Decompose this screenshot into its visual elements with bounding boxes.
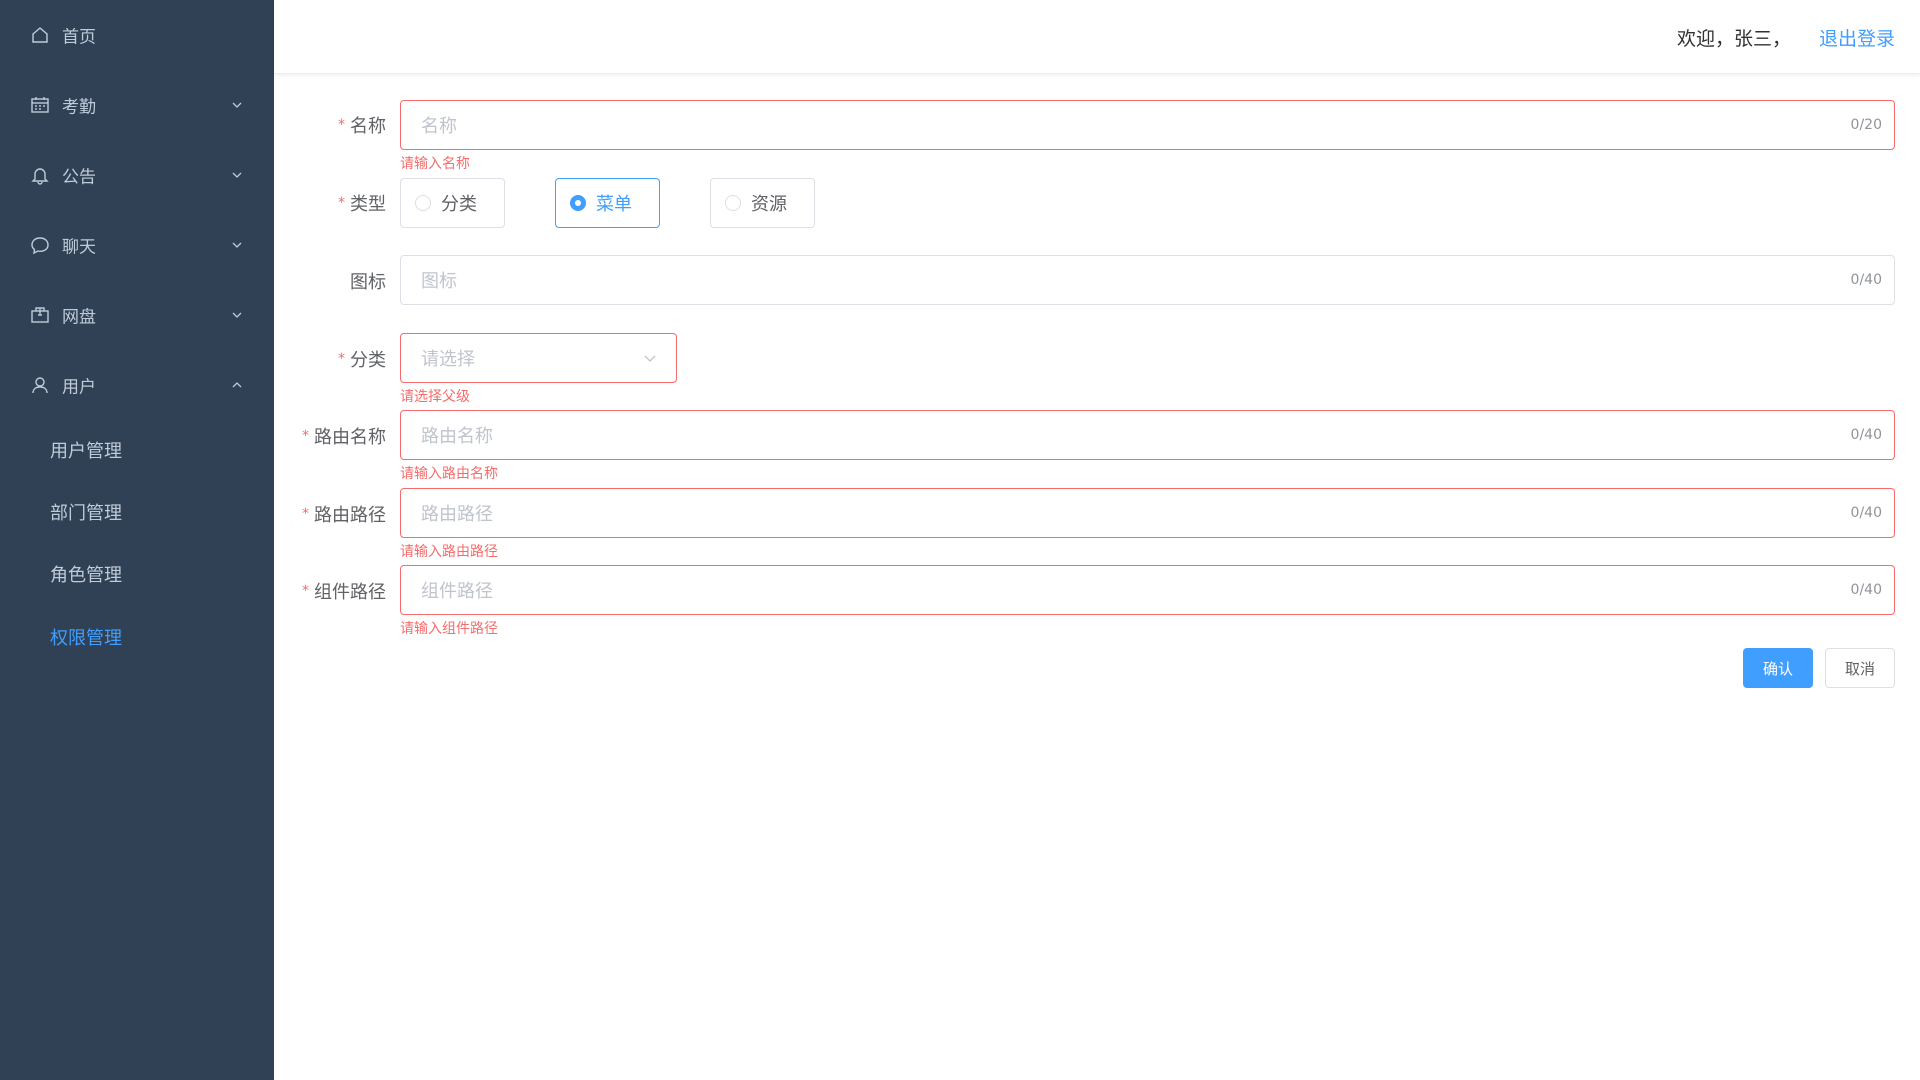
name-input[interactable]: 名称 0/20 <box>400 100 1895 150</box>
required-asterisk: * <box>338 117 345 133</box>
radio-circle <box>725 195 741 211</box>
sidebar-item-notice[interactable]: 公告 <box>0 140 274 210</box>
box-icon <box>29 304 51 326</box>
sidebar-item-label: 公告 <box>62 167 96 188</box>
route-name-char-count: 0/40 <box>1850 427 1882 443</box>
sidebar-item-user[interactable]: 用户 <box>0 350 274 420</box>
category-label: * 分类 <box>338 350 386 371</box>
category-placeholder: 请选择 <box>421 349 475 370</box>
icon-input[interactable]: 图标 0/40 <box>400 255 1895 305</box>
sidebar-item-label: 首页 <box>62 27 96 48</box>
chevron-down-icon <box>230 168 244 182</box>
chevron-up-icon <box>230 378 244 392</box>
calendar-icon <box>29 94 51 116</box>
category-select[interactable]: 请选择 <box>400 333 677 383</box>
component-path-char-count: 0/40 <box>1850 582 1882 598</box>
cancel-button[interactable]: 取消 <box>1825 648 1895 688</box>
component-path-input[interactable]: 组件路径 0/40 <box>400 565 1895 615</box>
required-asterisk: * <box>338 351 345 367</box>
category-error: 请选择父级 <box>400 389 470 405</box>
welcome-text: 欢迎，张三， <box>1676 28 1791 50</box>
sidebar-item-attendance[interactable]: 考勤 <box>0 70 274 140</box>
header: 欢迎，张三， 退出登录 <box>274 0 1920 74</box>
required-asterisk: * <box>302 428 309 444</box>
sidebar-item-netdisk[interactable]: 网盘 <box>0 280 274 350</box>
icon-placeholder: 图标 <box>421 271 457 292</box>
sidebar-item-home[interactable]: 首页 <box>0 0 274 70</box>
name-label: * 名称 <box>338 116 386 137</box>
home-icon <box>29 24 51 46</box>
sidebar-item-label: 聊天 <box>62 237 96 258</box>
bell-icon <box>29 164 51 186</box>
chat-icon <box>29 234 51 256</box>
required-asterisk: * <box>302 583 309 599</box>
name-char-count: 0/20 <box>1850 117 1882 133</box>
sidebar-item-label: 用户 <box>62 377 96 398</box>
type-radio-resource[interactable]: 资源 <box>710 178 815 228</box>
confirm-button[interactable]: 确认 <box>1743 648 1813 688</box>
chevron-down-icon <box>230 238 244 252</box>
route-path-placeholder: 路由路径 <box>421 504 493 525</box>
sidebar-item-label: 考勤 <box>62 97 96 118</box>
component-path-label: * 组件路径 <box>302 582 386 603</box>
sidebar-item-label: 网盘 <box>62 307 96 328</box>
icon-char-count: 0/40 <box>1850 272 1882 288</box>
radio-circle <box>415 195 431 211</box>
radio-label: 菜单 <box>596 194 632 215</box>
sidebar-sub-label: 角色管理 <box>50 565 122 586</box>
route-path-error: 请输入路由路径 <box>400 544 498 560</box>
chevron-down-icon <box>642 350 658 366</box>
route-name-input[interactable]: 路由名称 0/40 <box>400 410 1895 460</box>
name-error: 请输入名称 <box>400 156 470 172</box>
component-path-error: 请输入组件路径 <box>400 621 498 637</box>
sidebar-item-chat[interactable]: 聊天 <box>0 210 274 280</box>
type-radio-menu[interactable]: 菜单 <box>555 178 660 228</box>
route-name-error: 请输入路由名称 <box>400 466 498 482</box>
user-icon <box>29 374 51 396</box>
name-placeholder: 名称 <box>421 116 457 137</box>
sidebar-sub-user-management[interactable]: 用户管理 <box>0 419 274 481</box>
route-path-input[interactable]: 路由路径 0/40 <box>400 488 1895 538</box>
sidebar-sub-label: 权限管理 <box>50 628 122 649</box>
required-asterisk: * <box>302 506 309 522</box>
icon-label: 图标 <box>350 272 386 293</box>
sidebar-sub-label: 用户管理 <box>50 441 122 462</box>
radio-label: 分类 <box>441 194 477 215</box>
sidebar-sub-department-management[interactable]: 部门管理 <box>0 481 274 543</box>
required-asterisk: * <box>338 195 345 211</box>
chevron-down-icon <box>230 98 244 112</box>
type-radio-category[interactable]: 分类 <box>400 178 505 228</box>
type-label: * 类型 <box>338 194 386 215</box>
sidebar: 首页 考勤 公告 聊天 网盘 用户 用户管理 部门管理 角色管理 权限管理 <box>0 0 274 1080</box>
route-path-label: * 路由路径 <box>302 505 386 526</box>
logout-link[interactable]: 退出登录 <box>1819 24 1895 51</box>
radio-circle <box>570 195 586 211</box>
chevron-down-icon <box>230 308 244 322</box>
sidebar-sub-role-management[interactable]: 角色管理 <box>0 543 274 605</box>
sidebar-sub-permission-management[interactable]: 权限管理 <box>0 606 274 668</box>
route-path-char-count: 0/40 <box>1850 505 1882 521</box>
sidebar-sub-label: 部门管理 <box>50 503 122 524</box>
route-name-placeholder: 路由名称 <box>421 426 493 447</box>
component-path-placeholder: 组件路径 <box>421 581 493 602</box>
route-name-label: * 路由名称 <box>302 427 386 448</box>
radio-label: 资源 <box>751 194 787 215</box>
